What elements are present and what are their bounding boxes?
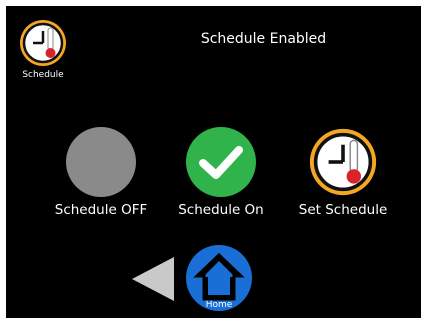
schedule-on-button[interactable]: Schedule On [169, 126, 273, 218]
page-title: Schedule Enabled [200, 31, 327, 47]
screen: Schedule Schedule Enabled Schedule OFF S… [6, 6, 421, 318]
schedule-on-label: Schedule On [178, 202, 264, 218]
set-schedule-button[interactable]: Set Schedule [288, 126, 398, 218]
device-frame: Schedule Schedule Enabled Schedule OFF S… [0, 0, 427, 324]
schedule-off-label: Schedule OFF [54, 202, 148, 218]
gray-circle-icon [66, 127, 136, 197]
schedule-nav-button[interactable]: Schedule [12, 18, 74, 80]
schedule-off-button[interactable]: Schedule OFF [49, 126, 153, 218]
home-label: Home [205, 300, 233, 310]
back-arrow-icon [132, 257, 174, 301]
check-icon [186, 127, 256, 197]
set-schedule-label: Set Schedule [298, 202, 388, 218]
clock-thermometer-icon [309, 128, 377, 196]
back-button[interactable] [130, 254, 176, 304]
schedule-nav-label: Schedule [22, 70, 64, 80]
home-button[interactable]: Home [182, 244, 256, 311]
